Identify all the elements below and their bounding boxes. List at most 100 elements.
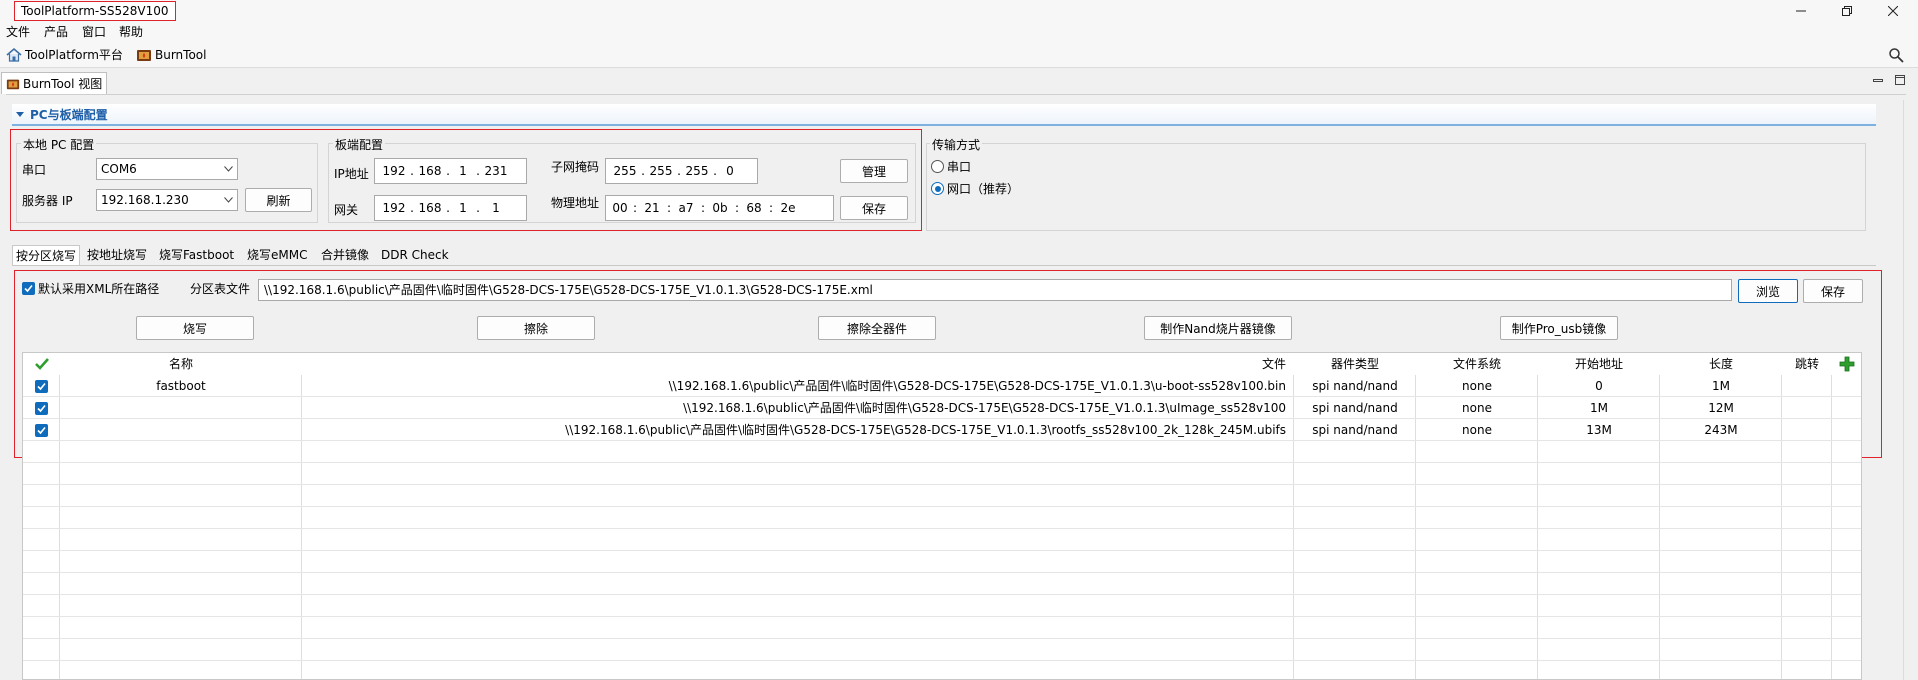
mask-octet: 255 (649, 164, 673, 178)
row-file[interactable]: \\192.168.1.6\public\产品固件\临时固件\G528-DCS-… (302, 397, 1294, 419)
make-pro-usb-image-button[interactable]: 制作Pro_usb镜像 (1500, 316, 1618, 340)
use-xml-checkbox[interactable] (22, 282, 35, 295)
jump-column-header[interactable]: 跳转 (1782, 353, 1832, 375)
add-row-button[interactable] (1832, 353, 1861, 375)
row-checkbox[interactable] (23, 419, 60, 441)
filesystem-column-header[interactable]: 文件系统 (1416, 353, 1538, 375)
checkmark-icon (24, 284, 33, 293)
network-option-label: 网口（推荐） (947, 182, 1020, 196)
gateway-octet: 1 (459, 201, 467, 215)
erase-button[interactable]: 擦除 (477, 316, 595, 340)
row-length[interactable]: 1M (1660, 375, 1782, 397)
name-column-header[interactable]: 名称 (60, 353, 302, 375)
row-device-type[interactable]: spi nand/nand (1294, 419, 1416, 441)
toolplatform-button[interactable]: ToolPlatform平台 (6, 46, 123, 64)
row-length[interactable]: 243M (1660, 419, 1782, 441)
menu-product[interactable]: 产品 (42, 24, 70, 40)
erase-all-button[interactable]: 擦除全器件 (818, 316, 936, 340)
tab-burn-emmc[interactable]: 烧写eMMC (244, 245, 310, 265)
make-nand-image-button[interactable]: 制作Nand烧片器镜像 (1144, 316, 1292, 340)
refresh-button[interactable]: 刷新 (245, 188, 312, 212)
tab-merge-image[interactable]: 合并镜像 (318, 245, 372, 265)
row-name[interactable]: fastboot (60, 375, 302, 397)
subnet-mask-label: 子网掩码 (551, 160, 600, 174)
row-start-address[interactable]: 1M (1538, 397, 1660, 419)
row-name[interactable] (60, 419, 302, 441)
mac-segment: 00 (612, 201, 628, 215)
gateway-input[interactable]: 192. 168. 1. 1 (374, 195, 527, 221)
partition-file-path-input[interactable]: \\192.168.1.6\public\产品固件\临时固件\G528-DCS-… (258, 279, 1732, 301)
row-length[interactable]: 12M (1660, 397, 1782, 419)
serial-option-label: 串口 (947, 160, 972, 174)
row-file[interactable]: \\192.168.1.6\public\产品固件\临时固件\G528-DCS-… (302, 375, 1294, 397)
row-checkbox[interactable] (23, 375, 60, 397)
browse-button[interactable]: 浏览 (1738, 279, 1798, 303)
tab-burn-by-partition[interactable]: 按分区烧写 (12, 245, 81, 265)
ip-address-input[interactable]: 192. 168. 1. 231 (374, 158, 527, 184)
search-button[interactable] (1888, 47, 1904, 66)
serial-transfer-option[interactable]: 串口 (931, 158, 971, 175)
start-address-column-header[interactable]: 开始地址 (1538, 353, 1660, 375)
serial-port-value: COM6 (101, 162, 137, 176)
server-ip-select[interactable]: 192.168.1.230 (96, 189, 238, 211)
row-name[interactable] (60, 397, 302, 419)
chevron-down-icon (224, 166, 233, 172)
network-transfer-option[interactable]: 网口（推荐） (931, 180, 1019, 197)
transfer-method-label: 传输方式 (930, 136, 983, 153)
toolplatform-label: ToolPlatform平台 (25, 48, 123, 62)
menu-window[interactable]: 窗口 (80, 24, 108, 40)
menu-help[interactable]: 帮助 (117, 24, 145, 40)
ip-octet: 192 (382, 164, 406, 178)
use-xml-path-label: 默认采用XML所在路径 (38, 282, 160, 296)
checkmark-icon (34, 358, 49, 370)
subnet-mask-input[interactable]: 255. 255. 255. 0 (605, 158, 758, 184)
partition-save-button[interactable]: 保存 (1803, 279, 1863, 303)
file-column-header[interactable]: 文件 (302, 353, 1294, 375)
serial-port-select[interactable]: COM6 (96, 158, 238, 180)
device-type-column-header[interactable]: 器件类型 (1294, 353, 1416, 375)
burntool-button[interactable]: BurnTool (136, 46, 206, 64)
use-xml-path-checkbox[interactable]: 默认采用XML所在路径 (22, 280, 159, 297)
row-filesystem[interactable]: none (1416, 419, 1538, 441)
mask-octet: 0 (726, 164, 734, 178)
mask-octet: 255 (685, 164, 709, 178)
mask-octet: 255 (613, 164, 637, 178)
mac-address-input[interactable]: 00: 21: a7: 0b: 68: 2e (605, 195, 834, 221)
tab-ddr-check[interactable]: DDR Check (378, 245, 452, 265)
select-all-header[interactable] (23, 353, 60, 375)
serial-label: 串口 (22, 163, 47, 177)
board-save-button[interactable]: 保存 (840, 196, 908, 220)
manage-button[interactable]: 管理 (840, 159, 908, 183)
row-start-address[interactable]: 0 (1538, 375, 1660, 397)
burntool-view-tab[interactable]: BurnTool 视图 (1, 72, 108, 94)
row-filesystem[interactable]: none (1416, 375, 1538, 397)
view-maximize-button[interactable] (1894, 74, 1906, 89)
tab-burn-by-address[interactable]: 按地址烧写 (84, 245, 150, 265)
restore-button[interactable] (1824, 0, 1870, 22)
ip-octet: 231 (484, 164, 508, 178)
burn-button[interactable]: 烧写 (136, 316, 254, 340)
maximize-icon (1895, 75, 1905, 85)
row-device-type[interactable]: spi nand/nand (1294, 397, 1416, 419)
mac-address-label: 物理地址 (551, 196, 600, 210)
row-filesystem[interactable]: none (1416, 397, 1538, 419)
tab-burn-fastboot[interactable]: 烧写Fastboot (156, 245, 237, 265)
view-scrollbar[interactable] (1903, 100, 1916, 680)
close-icon (1888, 6, 1898, 16)
board-config-group-label: 板端配置 (333, 136, 386, 153)
section-title: PC与板端配置 (30, 107, 108, 122)
minimize-button[interactable] (1778, 0, 1824, 22)
mac-segment: 21 (644, 201, 660, 215)
view-minimize-button[interactable] (1872, 74, 1884, 89)
pc-board-config-header[interactable]: PC与板端配置 (12, 104, 1876, 126)
minimize-icon (1796, 10, 1806, 12)
row-device-type[interactable]: spi nand/nand (1294, 375, 1416, 397)
row-file[interactable]: \\192.168.1.6\public\产品固件\临时固件\G528-DCS-… (302, 419, 1294, 441)
network-radio[interactable] (931, 182, 944, 195)
serial-radio[interactable] (931, 160, 944, 173)
length-column-header[interactable]: 长度 (1660, 353, 1782, 375)
row-start-address[interactable]: 13M (1538, 419, 1660, 441)
menu-file[interactable]: 文件 (4, 24, 32, 40)
row-checkbox[interactable] (23, 397, 60, 419)
close-button[interactable] (1870, 0, 1916, 22)
